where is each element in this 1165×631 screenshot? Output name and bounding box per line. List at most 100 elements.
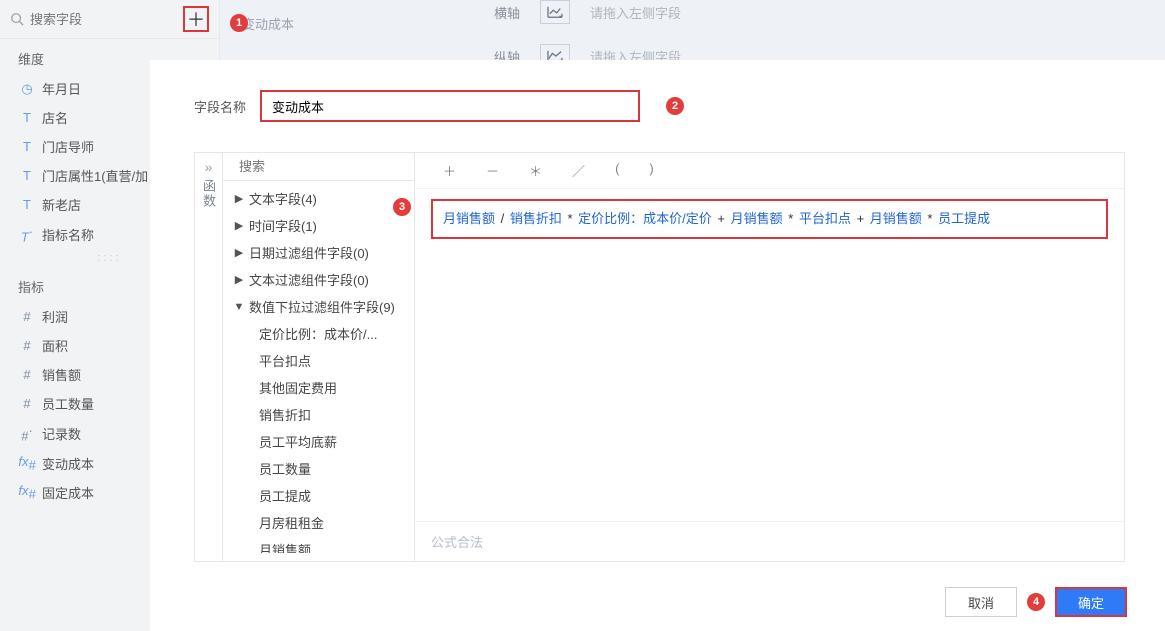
dialog-footer: 取消 4 确定 <box>945 587 1127 617</box>
search-icon <box>10 12 24 26</box>
field-name-label: 字段名称 <box>194 97 246 116</box>
triangle-down-icon: ▼ <box>233 301 245 313</box>
field-search-input[interactable] <box>30 12 140 27</box>
function-rail-label: 函数 <box>199 179 218 209</box>
tree-leaf[interactable]: 平台扣点 <box>223 347 414 374</box>
tree-node-label: 时间字段(1) <box>249 216 317 235</box>
abc-icon: T· <box>18 224 36 244</box>
tree-node-label: 文本过滤组件字段(0) <box>249 270 369 289</box>
field-label: 指标名称 <box>42 225 94 244</box>
ok-button[interactable]: 确定 <box>1055 587 1127 617</box>
formula-field-token: 月销售额 <box>870 211 922 226</box>
formula-field-token: 月销售额 <box>443 211 495 226</box>
field-label: 年月日 <box>42 79 81 98</box>
triangle-right-icon: ▶ <box>233 192 245 205</box>
tree-search[interactable] <box>223 153 414 181</box>
tree-leaf[interactable]: 员工平均底薪 <box>223 428 414 455</box>
formula-operator-token: * <box>922 211 938 226</box>
text-icon: T <box>18 139 36 154</box>
field-label: 门店导师 <box>42 137 94 156</box>
tree-node[interactable]: ▶ 时间字段(1) <box>223 212 414 239</box>
field-search[interactable] <box>10 12 183 27</box>
tree-node[interactable]: ▼数值下拉过滤组件字段(9) <box>223 293 414 320</box>
num-icon: # <box>18 396 36 411</box>
formula-field-token: 月销售额 <box>731 211 783 226</box>
tree-leaf[interactable]: 月房租租金 <box>223 509 414 536</box>
tree-leaf[interactable]: 员工提成 <box>223 482 414 509</box>
formula-pane: ＋－＊／() 3 月销售额 / 销售折扣 * 定价比例：成本价/定价 + 月销售… <box>415 153 1124 561</box>
field-label: 销售额 <box>42 365 81 384</box>
text-icon: T <box>18 168 36 183</box>
operator-button[interactable]: ) <box>649 161 653 180</box>
formula-operator-token: / <box>495 211 510 226</box>
field-name-row: 字段名称 2 <box>194 90 1125 122</box>
x-axis-hint: 请拖入左侧字段 <box>590 3 681 22</box>
formula-operator-token: + <box>851 211 870 226</box>
fx-icon: fx# <box>18 454 36 473</box>
field-search-row: ＋ <box>0 0 219 39</box>
tree-node[interactable]: ▶ 文本字段(4) <box>223 185 414 212</box>
field-label: 店名 <box>42 108 68 127</box>
tree-node-label: 文本字段(4) <box>249 189 317 208</box>
field-label: 员工数量 <box>42 394 94 413</box>
operator-button[interactable]: ( <box>615 161 619 180</box>
callout-badge-1: 1 <box>230 14 248 32</box>
num-icon: # <box>18 338 36 353</box>
field-label: 面积 <box>42 336 68 355</box>
text-icon: T <box>18 197 36 212</box>
triangle-right-icon: ▶ <box>233 219 245 232</box>
triangle-right-icon: ▶ <box>233 273 245 286</box>
tree-leaf[interactable]: 销售折扣 <box>223 401 414 428</box>
function-rail[interactable]: » 函数 <box>195 153 223 561</box>
formula-status: 公式合法 <box>415 521 1124 561</box>
tree-leaf[interactable]: 定价比例：成本价/... <box>223 320 414 347</box>
formula-textbox[interactable]: 月销售额 / 销售折扣 * 定价比例：成本价/定价 + 月销售额 * 平台扣点 … <box>431 199 1108 239</box>
field-label: 门店属性1(直营/加 <box>42 166 148 185</box>
field-label: 记录数 <box>42 424 81 443</box>
x-axis-row: 横轴 请拖入左侧字段 <box>494 0 681 24</box>
bg-calc-field-name: 变动成本 <box>242 14 294 33</box>
tree-leaf[interactable]: 月销售额 <box>223 536 414 553</box>
formula-editor-area: » 函数 ▶ 文本字段(4) ▶ 时间字段(1) ▶ 日期过滤组件字段(0) ▶ 文本过滤组件… <box>194 152 1125 562</box>
field-name-input[interactable] <box>260 90 640 122</box>
cancel-button[interactable]: 取消 <box>945 587 1017 617</box>
callout-badge-2: 2 <box>666 97 684 115</box>
callout-badge-3: 3 <box>393 198 411 216</box>
formula-operator-token: * <box>783 211 799 226</box>
operator-button[interactable]: － <box>486 161 499 180</box>
tree-leaf[interactable]: 其他固定费用 <box>223 374 414 401</box>
num-icon: # <box>18 367 36 382</box>
tree-leaf[interactable]: 员工数量 <box>223 455 414 482</box>
field-label: 变动成本 <box>42 454 94 473</box>
tree-node[interactable]: ▶ 文本过滤组件字段(0) <box>223 266 414 293</box>
field-label: 固定成本 <box>42 483 94 502</box>
numa-icon: #· <box>18 423 36 443</box>
tree-node-label: 日期过滤组件字段(0) <box>249 243 369 262</box>
tree-search-input[interactable] <box>239 159 415 174</box>
operator-bar: ＋ － ＊ ／ () <box>415 153 1124 189</box>
formula-operator-token: + <box>712 211 731 226</box>
num-icon: # <box>18 309 36 324</box>
formula-operator-token: * <box>562 211 578 226</box>
field-tree: ▶ 文本字段(4) ▶ 时间字段(1) ▶ 日期过滤组件字段(0) ▶ 文本过滤组件字段(0)… <box>223 153 415 561</box>
callout-badge-4: 4 <box>1027 593 1045 611</box>
fx-icon: fx# <box>18 483 36 502</box>
chevron-right-icon: » <box>205 159 213 175</box>
operator-button[interactable]: ／ <box>572 161 585 180</box>
operator-button[interactable]: ＋ <box>443 161 456 180</box>
formula-field-token: 定价比例：成本价/定价 <box>578 211 712 226</box>
x-axis-label: 横轴 <box>494 3 520 22</box>
formula-field-token: 销售折扣 <box>510 211 562 226</box>
formula-field-token: 平台扣点 <box>799 211 851 226</box>
calc-field-dialog: 字段名称 2 » 函数 ▶ 文本字段(4) ▶ 时间字段(1) ▶ 日期过滤组件字段(0)… <box>150 60 1165 631</box>
add-field-button[interactable]: ＋ <box>183 6 209 32</box>
field-label: 利润 <box>42 307 68 326</box>
formula-field-token: 员工提成 <box>938 211 990 226</box>
operator-button[interactable]: ＊ <box>529 161 542 180</box>
field-label: 新老店 <box>42 195 81 214</box>
tree-node[interactable]: ▶ 日期过滤组件字段(0) <box>223 239 414 266</box>
clock-icon: ◷ <box>18 81 36 97</box>
triangle-right-icon: ▶ <box>233 246 245 259</box>
text-icon: T <box>18 110 36 125</box>
x-axis-icon[interactable] <box>540 0 570 24</box>
